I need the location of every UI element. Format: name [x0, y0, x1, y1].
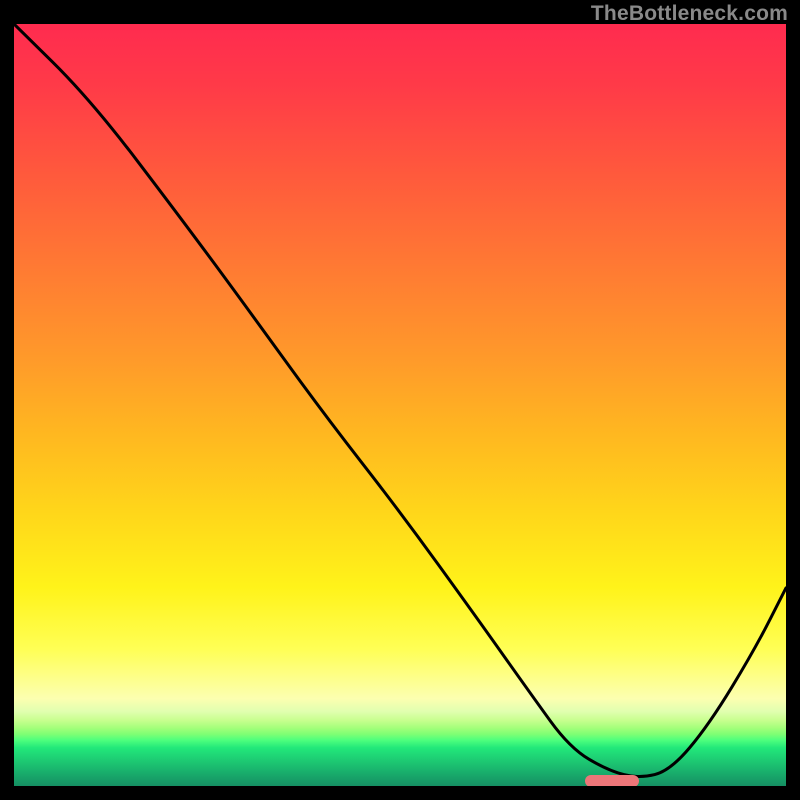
plot-area — [14, 24, 786, 786]
bottleneck-curve — [14, 24, 786, 786]
chart-frame: TheBottleneck.com — [0, 0, 800, 800]
optimal-marker — [585, 775, 639, 786]
watermark-text: TheBottleneck.com — [591, 2, 788, 26]
